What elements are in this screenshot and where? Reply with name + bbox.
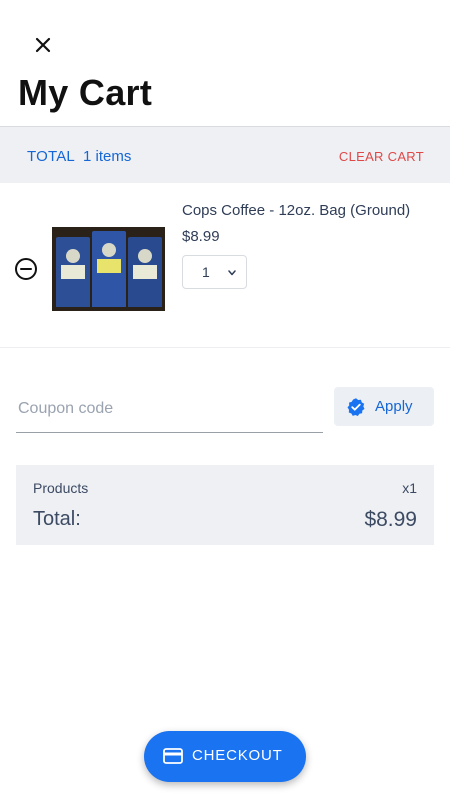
products-count: x1 bbox=[402, 480, 417, 496]
cart-summary-bar: TOTAL 1 items CLEAR CART bbox=[0, 126, 450, 183]
apply-coupon-button[interactable]: Apply bbox=[334, 387, 434, 426]
product-price: $8.99 bbox=[182, 228, 220, 245]
quantity-select[interactable]: 1 bbox=[182, 255, 247, 289]
page-title: My Cart bbox=[18, 72, 153, 113]
cart-item: Cops Coffee - 12oz. Bag (Ground) $8.99 1 bbox=[0, 183, 450, 348]
minus-circle-icon bbox=[15, 258, 37, 280]
checkout-button[interactable]: CHECKOUT bbox=[144, 731, 306, 782]
item-count: 1 items bbox=[83, 148, 132, 165]
total-label: TOTAL bbox=[27, 148, 75, 165]
verified-check-icon bbox=[347, 398, 365, 416]
order-total-label: Total: bbox=[33, 508, 81, 530]
close-button[interactable] bbox=[28, 30, 58, 60]
credit-card-icon bbox=[163, 748, 183, 764]
order-total-value: $8.99 bbox=[364, 508, 417, 531]
checkout-label: CHECKOUT bbox=[192, 747, 283, 764]
products-label: Products bbox=[33, 480, 89, 496]
remove-item-button[interactable] bbox=[14, 257, 38, 281]
coffee-bags-image bbox=[52, 227, 165, 311]
order-totals: Products x1 Total: $8.99 bbox=[16, 465, 434, 545]
quantity-value: 1 bbox=[202, 264, 210, 280]
product-name: Cops Coffee - 12oz. Bag (Ground) bbox=[182, 202, 411, 219]
close-icon bbox=[35, 37, 51, 53]
clear-cart-button[interactable]: CLEAR CART bbox=[339, 149, 424, 164]
apply-label: Apply bbox=[375, 398, 413, 415]
coupon-code-input[interactable] bbox=[16, 385, 323, 433]
chevron-down-icon bbox=[228, 270, 236, 276]
